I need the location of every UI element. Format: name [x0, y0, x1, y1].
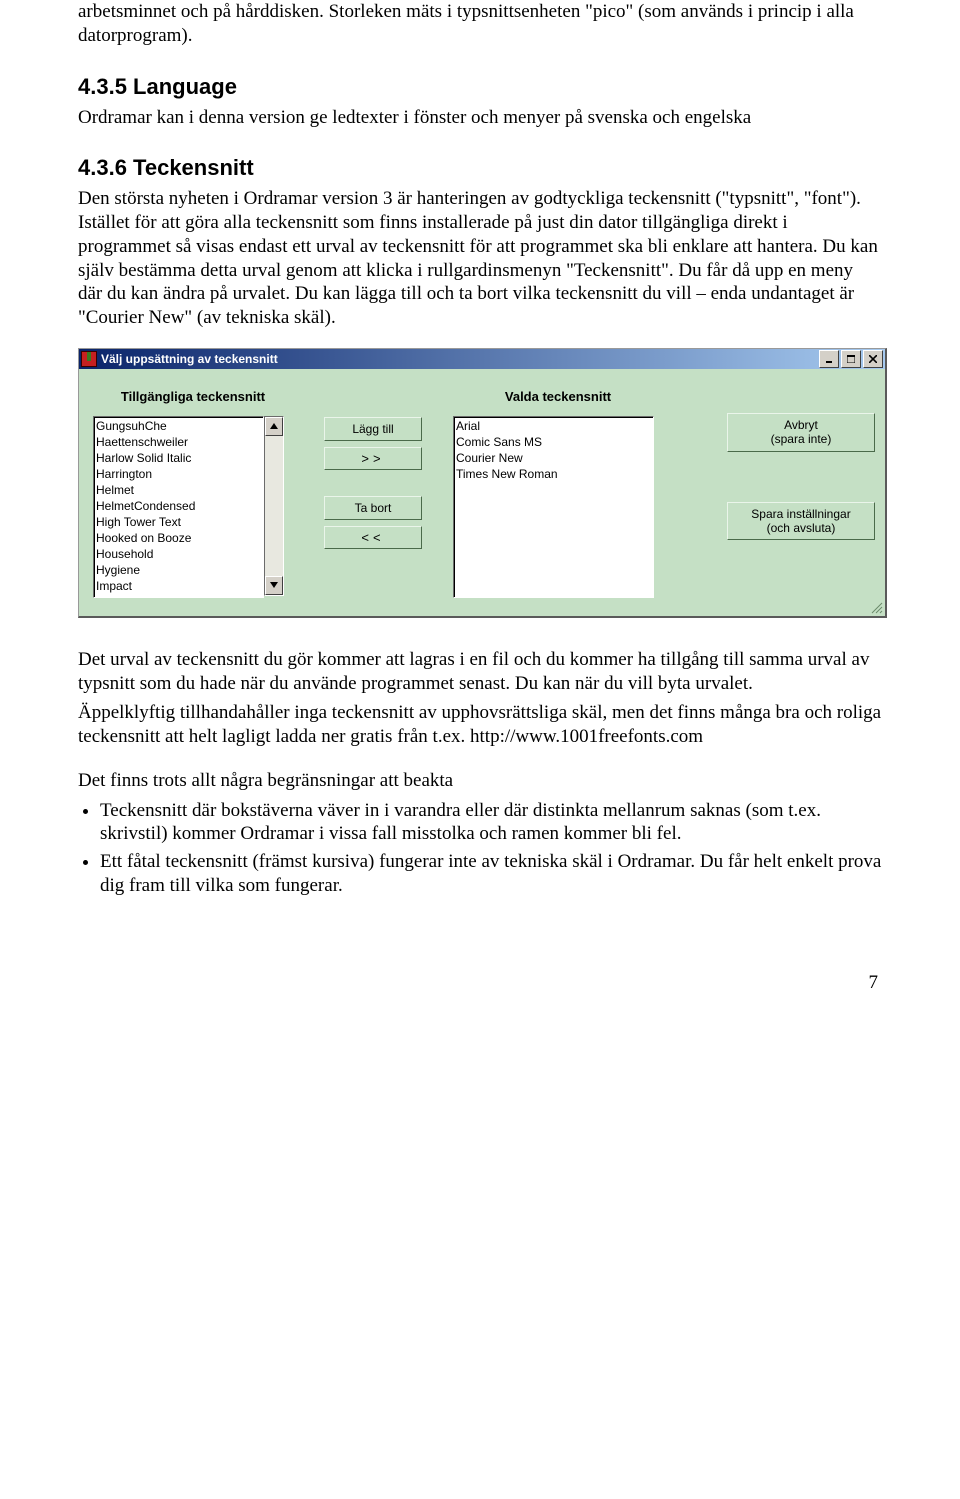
- chevron-down-icon: [270, 582, 278, 588]
- selected-listbox[interactable]: Arial Comic Sans MS Courier New Times Ne…: [453, 416, 654, 598]
- list-item[interactable]: Haettenschweiler: [96, 434, 261, 450]
- cancel-line1: Avbryt: [736, 418, 866, 432]
- scroll-down-button[interactable]: [265, 576, 283, 595]
- paragraph-after-dialog: Det urval av teckensnitt du gör kommer a…: [78, 648, 882, 696]
- page-number: 7: [0, 942, 960, 994]
- list-item: Ett fåtal teckensnitt (främst kursiva) f…: [100, 850, 882, 898]
- paragraph-intro: arbetsminnet och på hårddisken. Storleke…: [78, 0, 882, 48]
- remove-glyph-button[interactable]: <<: [324, 526, 422, 549]
- resize-handle[interactable]: [869, 600, 883, 614]
- close-icon: [869, 355, 877, 363]
- list-item[interactable]: Helmet: [96, 482, 261, 498]
- dialog-title: Välj uppsättning av teckensnitt: [101, 352, 278, 366]
- chevron-up-icon: [270, 423, 278, 429]
- list-item[interactable]: HelmetCondensed: [96, 498, 261, 514]
- cancel-button[interactable]: Avbryt (spara inte): [727, 413, 875, 452]
- list-item[interactable]: Arial: [456, 418, 651, 434]
- dialog-titlebar[interactable]: Välj uppsättning av teckensnitt: [79, 349, 885, 369]
- scrollbar[interactable]: [264, 416, 284, 596]
- cancel-line2: (spara inte): [736, 432, 866, 446]
- list-item[interactable]: Household: [96, 546, 261, 562]
- paragraph-appelklyftig: Äppelklyftig tillhandahåller inga tecken…: [78, 701, 882, 749]
- close-button[interactable]: [863, 350, 883, 368]
- minimize-icon: [825, 355, 833, 363]
- font-dialog: Välj uppsättning av teckensnitt Tillgäng…: [78, 348, 887, 618]
- resize-icon: [869, 600, 883, 614]
- list-item[interactable]: Times New Roman: [456, 466, 651, 482]
- app-icon: [81, 351, 97, 367]
- available-listbox[interactable]: GungsuhChe Haettenschweiler Harlow Solid…: [93, 416, 264, 598]
- available-label: Tillgängliga teckensnitt: [93, 389, 293, 404]
- scroll-track[interactable]: [265, 436, 283, 576]
- list-item[interactable]: Courier New: [456, 450, 651, 466]
- list-item[interactable]: Impact: [96, 578, 261, 594]
- limits-list: Teckensnitt där bokstäverna väver in i v…: [78, 799, 882, 898]
- list-item[interactable]: Harlow Solid Italic: [96, 450, 261, 466]
- list-item: Teckensnitt där bokstäverna väver in i v…: [100, 799, 882, 847]
- paragraph-language: Ordramar kan i denna version ge ledtexte…: [78, 106, 882, 130]
- minimize-button[interactable]: [819, 350, 839, 368]
- add-glyph-button[interactable]: >>: [324, 447, 422, 470]
- save-button[interactable]: Spara inställningar (och avsluta): [727, 502, 875, 541]
- list-item[interactable]: Hygiene: [96, 562, 261, 578]
- save-line2: (och avsluta): [736, 521, 866, 535]
- maximize-button[interactable]: [841, 350, 861, 368]
- paragraph-limits-intro: Det finns trots allt några begränsningar…: [78, 769, 882, 793]
- remove-button[interactable]: Ta bort: [324, 496, 422, 520]
- list-item[interactable]: Comic Sans MS: [456, 434, 651, 450]
- list-item[interactable]: High Tower Text: [96, 514, 261, 530]
- maximize-icon: [847, 355, 855, 363]
- selected-label: Valda teckensnitt: [453, 389, 663, 404]
- heading-language: 4.3.5 Language: [78, 74, 882, 100]
- list-item[interactable]: GungsuhChe: [96, 418, 261, 434]
- list-item[interactable]: Harrington: [96, 466, 261, 482]
- paragraph-teckensnitt: Den största nyheten i Ordramar version 3…: [78, 187, 882, 330]
- list-item[interactable]: Hooked on Booze: [96, 530, 261, 546]
- heading-teckensnitt: 4.3.6 Teckensnitt: [78, 155, 882, 181]
- add-button[interactable]: Lägg till: [324, 417, 422, 441]
- scroll-up-button[interactable]: [265, 417, 283, 436]
- save-line1: Spara inställningar: [736, 507, 866, 521]
